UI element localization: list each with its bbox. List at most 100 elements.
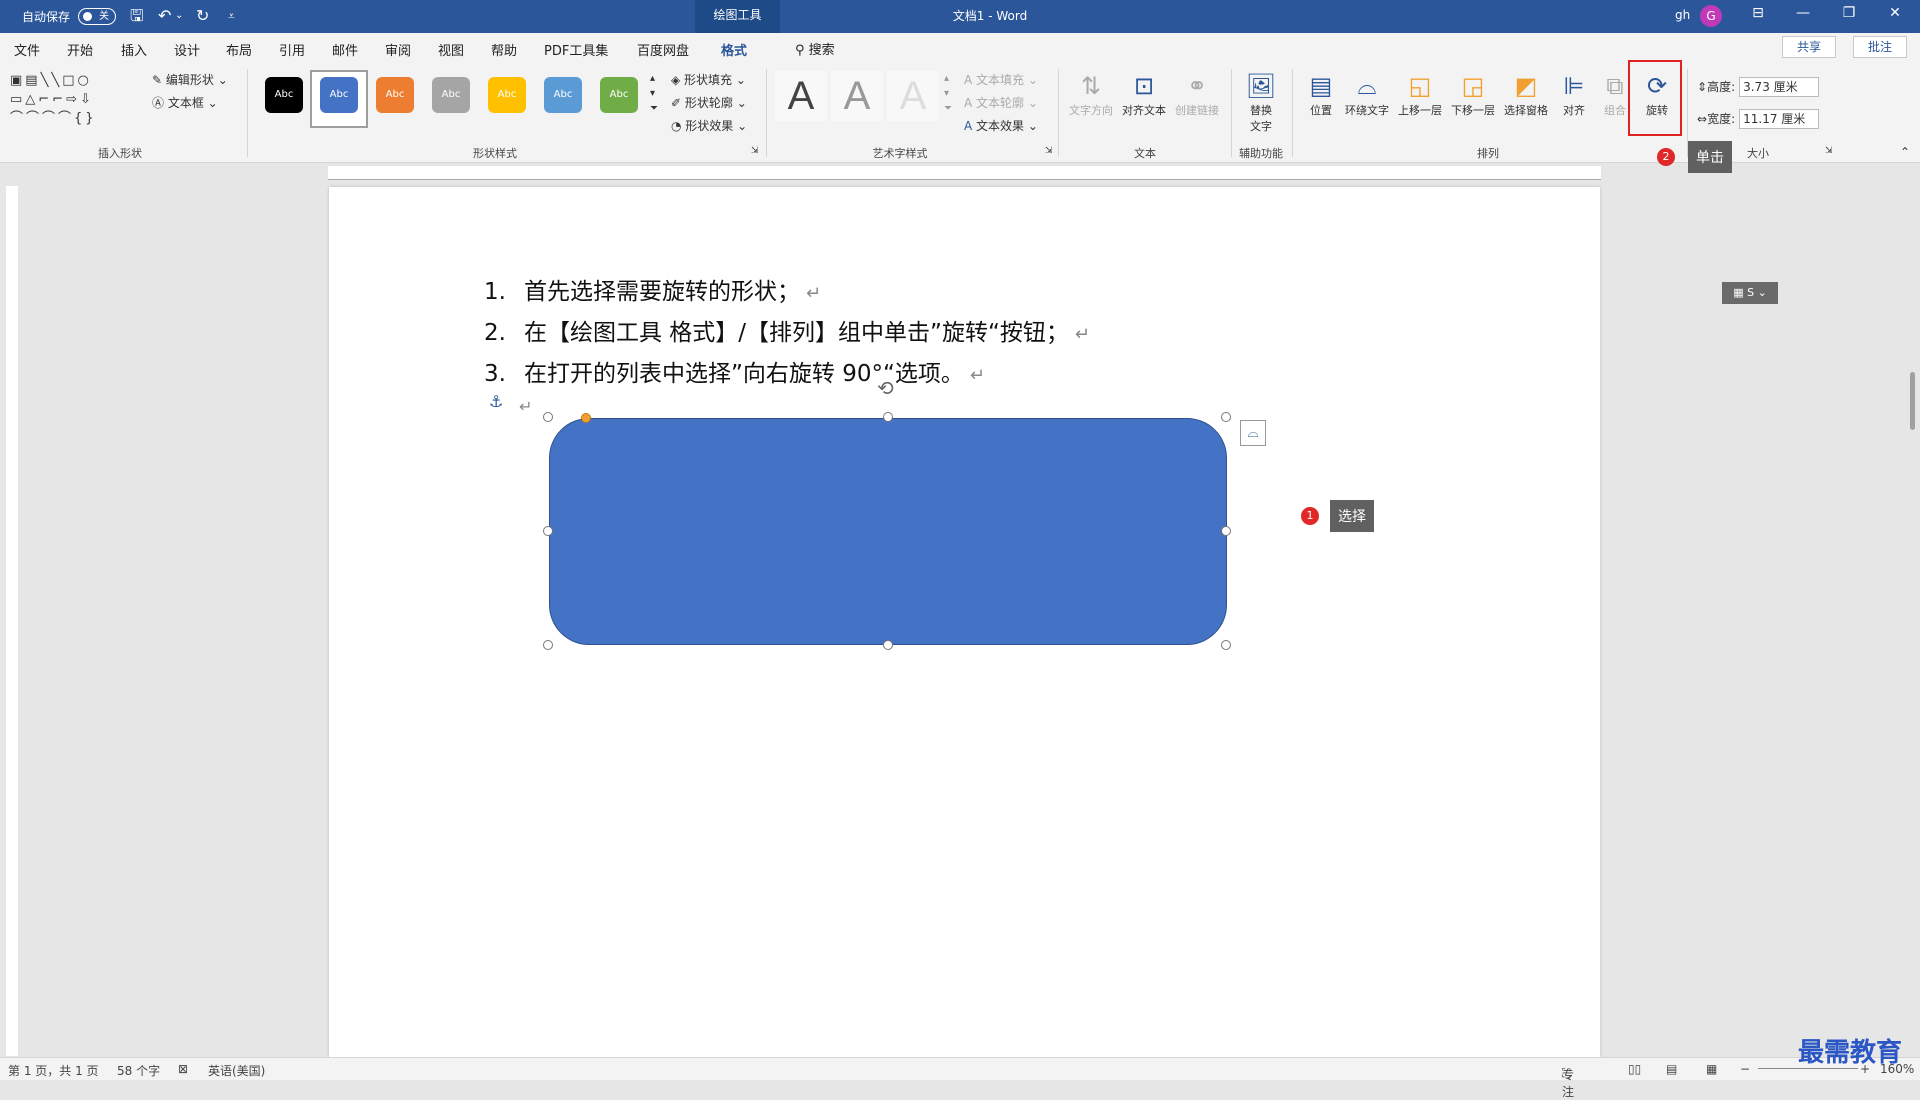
ribbon-display-icon[interactable]: ⊟ bbox=[1743, 5, 1773, 21]
height-input[interactable]: 3.73 厘米 bbox=[1739, 77, 1820, 97]
vertical-ruler[interactable] bbox=[6, 186, 18, 1056]
vertical-scrollbar[interactable] bbox=[1910, 372, 1915, 430]
tab-file[interactable]: 文件 bbox=[14, 40, 40, 59]
page-count[interactable]: 第 1 页，共 1 页 bbox=[8, 1062, 99, 1079]
redo-icon[interactable]: ↻ bbox=[196, 6, 209, 26]
tab-view[interactable]: 视图 bbox=[438, 40, 464, 59]
shape-style-1[interactable]: Abc bbox=[265, 77, 303, 113]
divider bbox=[1058, 69, 1059, 157]
resize-handle[interactable] bbox=[1221, 526, 1231, 536]
undo-dropdown-icon[interactable]: ⌄ bbox=[175, 6, 183, 26]
web-layout-icon[interactable]: ▦ bbox=[1706, 1062, 1717, 1076]
rounded-rectangle-shape[interactable] bbox=[549, 418, 1227, 645]
wordart-launcher-icon[interactable]: ⇲ bbox=[1045, 146, 1053, 156]
search-box[interactable]: ⚲ 搜索 bbox=[795, 39, 835, 58]
wordart-style-1[interactable]: A bbox=[775, 71, 827, 121]
ime-toolbar[interactable]: ▦ S ⌄ bbox=[1722, 282, 1778, 304]
avatar[interactable]: G bbox=[1700, 5, 1722, 27]
tab-mailings[interactable]: 邮件 bbox=[332, 40, 358, 59]
comment-button[interactable]: 批注 bbox=[1853, 36, 1907, 58]
create-link-button[interactable]: ⚭ 创建链接 bbox=[1172, 70, 1222, 118]
anchor-icon: ⚓ bbox=[489, 392, 504, 411]
align-text-button[interactable]: ⊡ 对齐文本 bbox=[1119, 70, 1169, 118]
zoom-out-icon[interactable]: − bbox=[1740, 1062, 1750, 1076]
alt-text-icon: 🖼 bbox=[1245, 72, 1277, 100]
tab-help[interactable]: 帮助 bbox=[491, 40, 517, 59]
text-outline-button[interactable]: A 文本轮廓 ⌄ bbox=[964, 94, 1038, 111]
text-direction-button[interactable]: ⇅ 文字方向 bbox=[1066, 70, 1116, 118]
text-effects-button[interactable]: A 文本效果 ⌄ bbox=[964, 117, 1038, 134]
paragraph-mark: ↵ bbox=[1074, 324, 1090, 345]
shape-effects-button[interactable]: ◔ 形状效果 ⌄ bbox=[671, 117, 747, 134]
selection-pane-label: 选择窗格 bbox=[1504, 104, 1548, 117]
share-button[interactable]: 共享 bbox=[1782, 36, 1836, 58]
wordart-scroll[interactable]: ▴ ▾ ⏷ bbox=[944, 71, 952, 116]
shape-style-4[interactable]: Abc bbox=[432, 77, 470, 113]
autosave-toggle[interactable]: 关 bbox=[78, 8, 116, 25]
resize-handle[interactable] bbox=[543, 412, 553, 422]
shape-style-3[interactable]: Abc bbox=[376, 77, 414, 113]
tab-design[interactable]: 设计 bbox=[174, 40, 200, 59]
shape-styles-scroll[interactable]: ▴ ▾ ⏷ bbox=[650, 71, 658, 116]
shapes-gallery[interactable]: ▣▤╲╲□○ ▭△⌐⌐⇨⇩ ⌒⌒⌒⌒{} bbox=[10, 71, 145, 133]
shape-style-5[interactable]: Abc bbox=[488, 77, 526, 113]
textbox-button[interactable]: Ⓐ 文本框 ⌄ bbox=[152, 94, 218, 111]
tab-baidu-netdisk[interactable]: 百度网盘 bbox=[637, 40, 689, 59]
size-launcher-icon[interactable]: ⇲ bbox=[1825, 146, 1833, 156]
resize-handle[interactable] bbox=[543, 640, 553, 650]
resize-handle[interactable] bbox=[1221, 412, 1231, 422]
bring-forward-icon: ◱ bbox=[1408, 72, 1432, 100]
group-label-shape-styles: 形状样式 bbox=[473, 147, 517, 160]
alt-text-label-1: 替换 bbox=[1250, 104, 1272, 117]
language[interactable]: 英语(美国) bbox=[208, 1062, 265, 1079]
restore-icon[interactable]: ❐ bbox=[1834, 5, 1864, 21]
rotation-handle-icon[interactable]: ⟲ bbox=[877, 376, 894, 400]
shape-fill-button[interactable]: ◈ 形状填充 ⌄ bbox=[671, 71, 746, 88]
width-input[interactable]: 11.17 厘米 bbox=[1739, 109, 1820, 129]
tab-layout[interactable]: 布局 bbox=[226, 40, 252, 59]
resize-handle[interactable] bbox=[883, 640, 893, 650]
wrap-text-button[interactable]: ⌓ 环绕文字 bbox=[1342, 70, 1392, 118]
divider bbox=[247, 69, 248, 157]
collapse-ribbon-icon[interactable]: ⌃ bbox=[1900, 145, 1910, 159]
wordart-style-3[interactable]: A bbox=[887, 71, 939, 121]
text-fill-button[interactable]: A 文本填充 ⌄ bbox=[964, 71, 1038, 88]
edit-shape-label: 编辑形状 bbox=[165, 73, 214, 87]
edit-shape-button[interactable]: ✎ 编辑形状 ⌄ bbox=[152, 71, 228, 88]
proofing-icon[interactable]: ⊠ bbox=[178, 1062, 188, 1076]
tab-home[interactable]: 开始 bbox=[67, 40, 93, 59]
close-icon[interactable]: ✕ bbox=[1880, 5, 1910, 21]
shape-styles-launcher-icon[interactable]: ⇲ bbox=[751, 146, 759, 156]
width-field[interactable]: ⇔宽度: 11.17 厘米 bbox=[1697, 109, 1820, 129]
resize-handle[interactable] bbox=[883, 412, 893, 422]
user-name[interactable]: gh bbox=[1675, 8, 1690, 22]
shape-style-7[interactable]: Abc bbox=[600, 77, 638, 113]
shape-style-2[interactable]: Abc bbox=[320, 77, 358, 113]
position-button[interactable]: ▤ 位置 bbox=[1296, 70, 1346, 118]
layout-options-icon[interactable]: ⌓ bbox=[1240, 420, 1266, 446]
wordart-style-2[interactable]: A bbox=[831, 71, 883, 121]
shape-style-6[interactable]: Abc bbox=[544, 77, 582, 113]
undo-icon[interactable]: ↶ bbox=[158, 6, 171, 26]
tab-pdf-tools[interactable]: PDF工具集 bbox=[544, 40, 608, 59]
customize-qat-icon[interactable]: ⩡ bbox=[228, 6, 235, 26]
alt-text-button[interactable]: 🖼 替换 文字 bbox=[1236, 70, 1286, 134]
selection-pane-button[interactable]: ◩ 选择窗格 bbox=[1501, 70, 1551, 118]
resize-handle[interactable] bbox=[543, 526, 553, 536]
bring-forward-button[interactable]: ◱ 上移一层 bbox=[1395, 70, 1445, 118]
tab-review[interactable]: 审阅 bbox=[385, 40, 411, 59]
tab-references[interactable]: 引用 bbox=[279, 40, 305, 59]
word-count[interactable]: 58 个字 bbox=[117, 1062, 160, 1079]
resize-handle[interactable] bbox=[1221, 640, 1231, 650]
minimize-icon[interactable]: — bbox=[1788, 5, 1818, 21]
send-backward-button[interactable]: ◲ 下移一层 bbox=[1448, 70, 1498, 118]
shape-outline-button[interactable]: ✐ 形状轮廓 ⌄ bbox=[671, 94, 747, 111]
print-layout-icon[interactable]: ▤ bbox=[1666, 1062, 1677, 1076]
save-icon[interactable]: 🖫 bbox=[130, 6, 144, 26]
adjust-handle[interactable] bbox=[581, 413, 591, 423]
tab-insert[interactable]: 插入 bbox=[121, 40, 147, 59]
height-field[interactable]: ⇕高度: 3.73 厘米 bbox=[1697, 77, 1820, 97]
horizontal-ruler[interactable] bbox=[328, 166, 1601, 180]
width-label: 宽度: bbox=[1707, 112, 1736, 126]
read-mode-icon[interactable]: ▯▯ bbox=[1628, 1062, 1641, 1076]
